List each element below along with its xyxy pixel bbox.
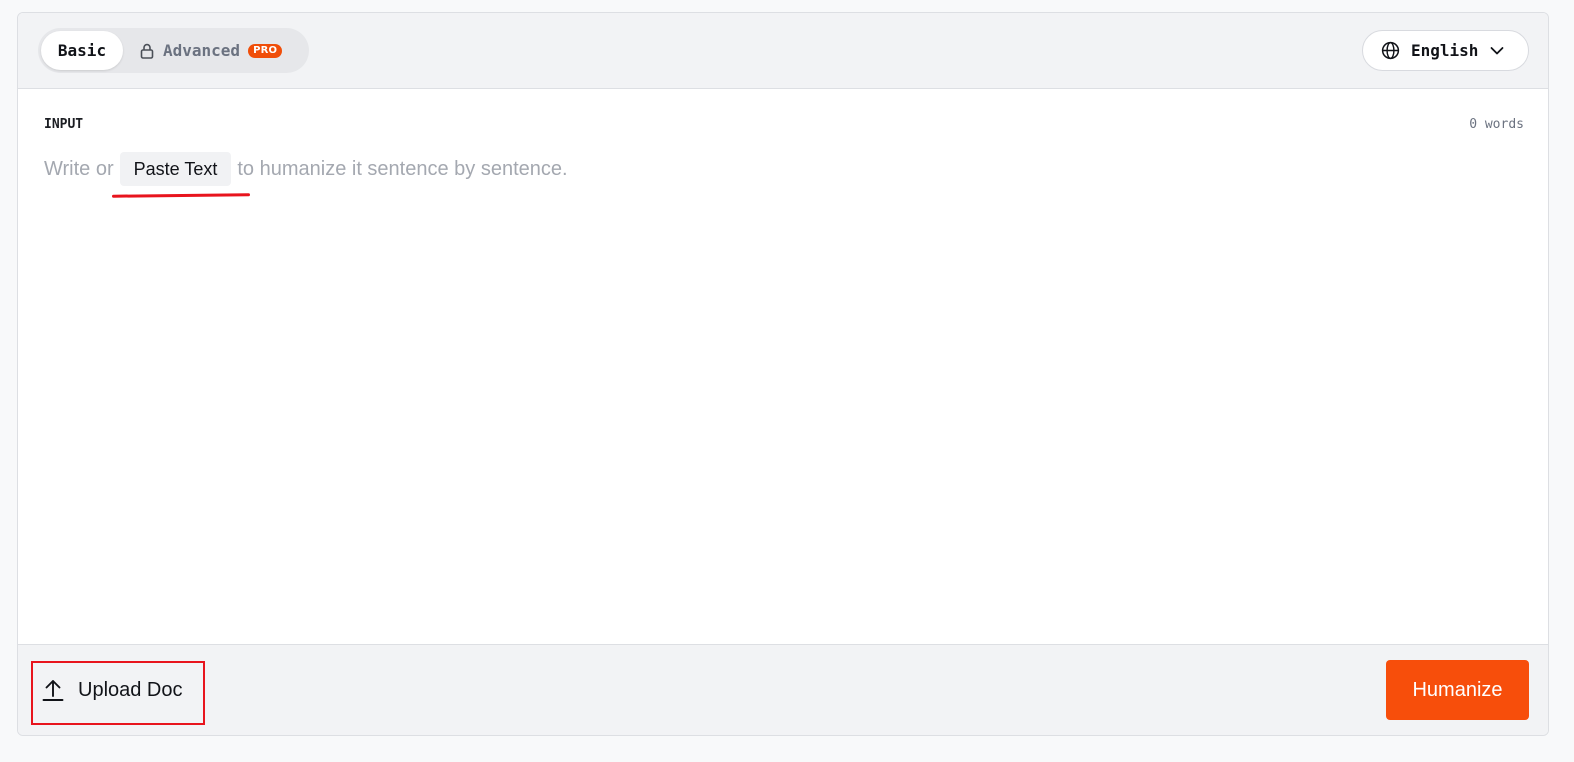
language-select[interactable]: English <box>1362 30 1529 71</box>
humanizer-card: Basic Advanced PRO English INPUT 0 words… <box>17 12 1549 736</box>
tab-advanced[interactable]: Advanced PRO <box>140 31 283 70</box>
language-label: English <box>1411 41 1479 60</box>
upload-icon <box>42 680 64 701</box>
word-count: 0 words <box>1469 117 1524 132</box>
input-label: INPUT <box>44 117 84 132</box>
placeholder-suffix: to humanize it sentence by sentence. <box>237 157 568 180</box>
input-text-area[interactable]: Write or Paste Text to humanize it sente… <box>44 151 568 187</box>
tab-advanced-label: Advanced <box>163 41 241 60</box>
bottom-toolbar: Upload Doc Humanize <box>18 644 1548 735</box>
chevron-down-icon <box>1491 46 1504 54</box>
pro-badge: PRO <box>248 43 283 58</box>
mode-toggle: Basic Advanced PRO <box>38 28 309 73</box>
globe-icon <box>1381 41 1400 60</box>
humanize-button[interactable]: Humanize <box>1386 660 1529 720</box>
upload-doc-button[interactable]: Upload Doc <box>42 673 183 707</box>
tab-basic-label: Basic <box>57 41 107 60</box>
lock-icon <box>140 43 154 59</box>
tab-basic[interactable]: Basic <box>41 31 123 70</box>
placeholder-prefix: Write or <box>44 157 114 180</box>
top-toolbar: Basic Advanced PRO English <box>18 13 1548 89</box>
humanize-label: Humanize <box>1412 678 1503 701</box>
annotation-underline <box>111 193 251 198</box>
paste-text-button[interactable]: Paste Text <box>119 152 232 186</box>
upload-doc-label: Upload Doc <box>78 678 183 701</box>
